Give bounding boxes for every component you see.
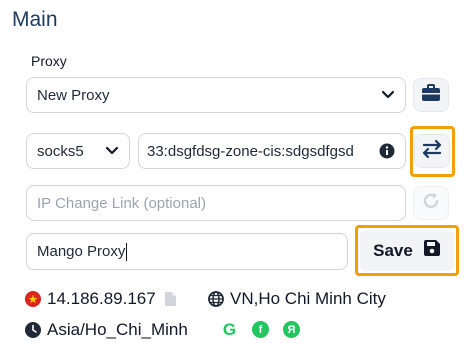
ip-change-link-input[interactable]: IP Change Link (optional) [26,185,406,221]
swap-arrows-icon [421,139,443,164]
ip-address: 14.186.89.167 [47,289,156,308]
protocol-select-value: socks5 [37,142,84,160]
globe-icon [208,291,224,307]
proxy-name-input[interactable]: Mango Proxy [26,233,348,270]
save-button-label: Save [373,240,413,260]
location-info: VN,Ho Chi Minh City [208,289,458,309]
protocol-select[interactable]: socks5 [26,133,130,169]
timezone-text: Asia/Ho_Chi_Minh [47,320,188,339]
proxy-label: Proxy [31,53,67,69]
proxy-name-value: Mango Proxy [37,243,126,260]
save-button[interactable]: Save [360,230,454,271]
chevron-down-icon [381,90,395,100]
chevron-down-icon [105,146,119,156]
yandex-icon[interactable]: Я [283,321,300,338]
clock-icon [25,322,41,338]
google-icon[interactable]: G [221,320,238,339]
proxy-select[interactable]: New Proxy [26,77,406,113]
ip-info: 14.186.89.167 [25,289,225,309]
briefcase-icon [421,83,441,107]
copy-icon[interactable] [164,291,177,307]
info-icon[interactable] [379,143,395,159]
proxy-select-value: New Proxy [37,86,110,104]
proxy-credentials-value: 33:dsgfdsg-zone-cis:sdgsdfgsd [147,142,354,160]
section-title: Main [12,8,58,31]
social-checks: G f Я [221,320,300,339]
timezone-info: Asia/Ho_Chi_Minh [25,320,225,340]
refresh-icon [421,191,441,216]
text-cursor [126,242,128,261]
ip-change-link-placeholder: IP Change Link (optional) [37,194,206,212]
proxy-credentials-input[interactable]: 33:dsgfdsg-zone-cis:sdgsdfgsd [138,133,406,169]
vietnam-flag-icon [25,291,41,307]
facebook-icon[interactable]: f [252,321,269,338]
refresh-button[interactable] [413,186,449,220]
floppy-disk-icon [423,239,441,262]
proxy-library-button[interactable] [413,78,449,112]
swap-button[interactable] [414,134,450,168]
location-text: VN,Ho Chi Minh City [230,289,386,308]
